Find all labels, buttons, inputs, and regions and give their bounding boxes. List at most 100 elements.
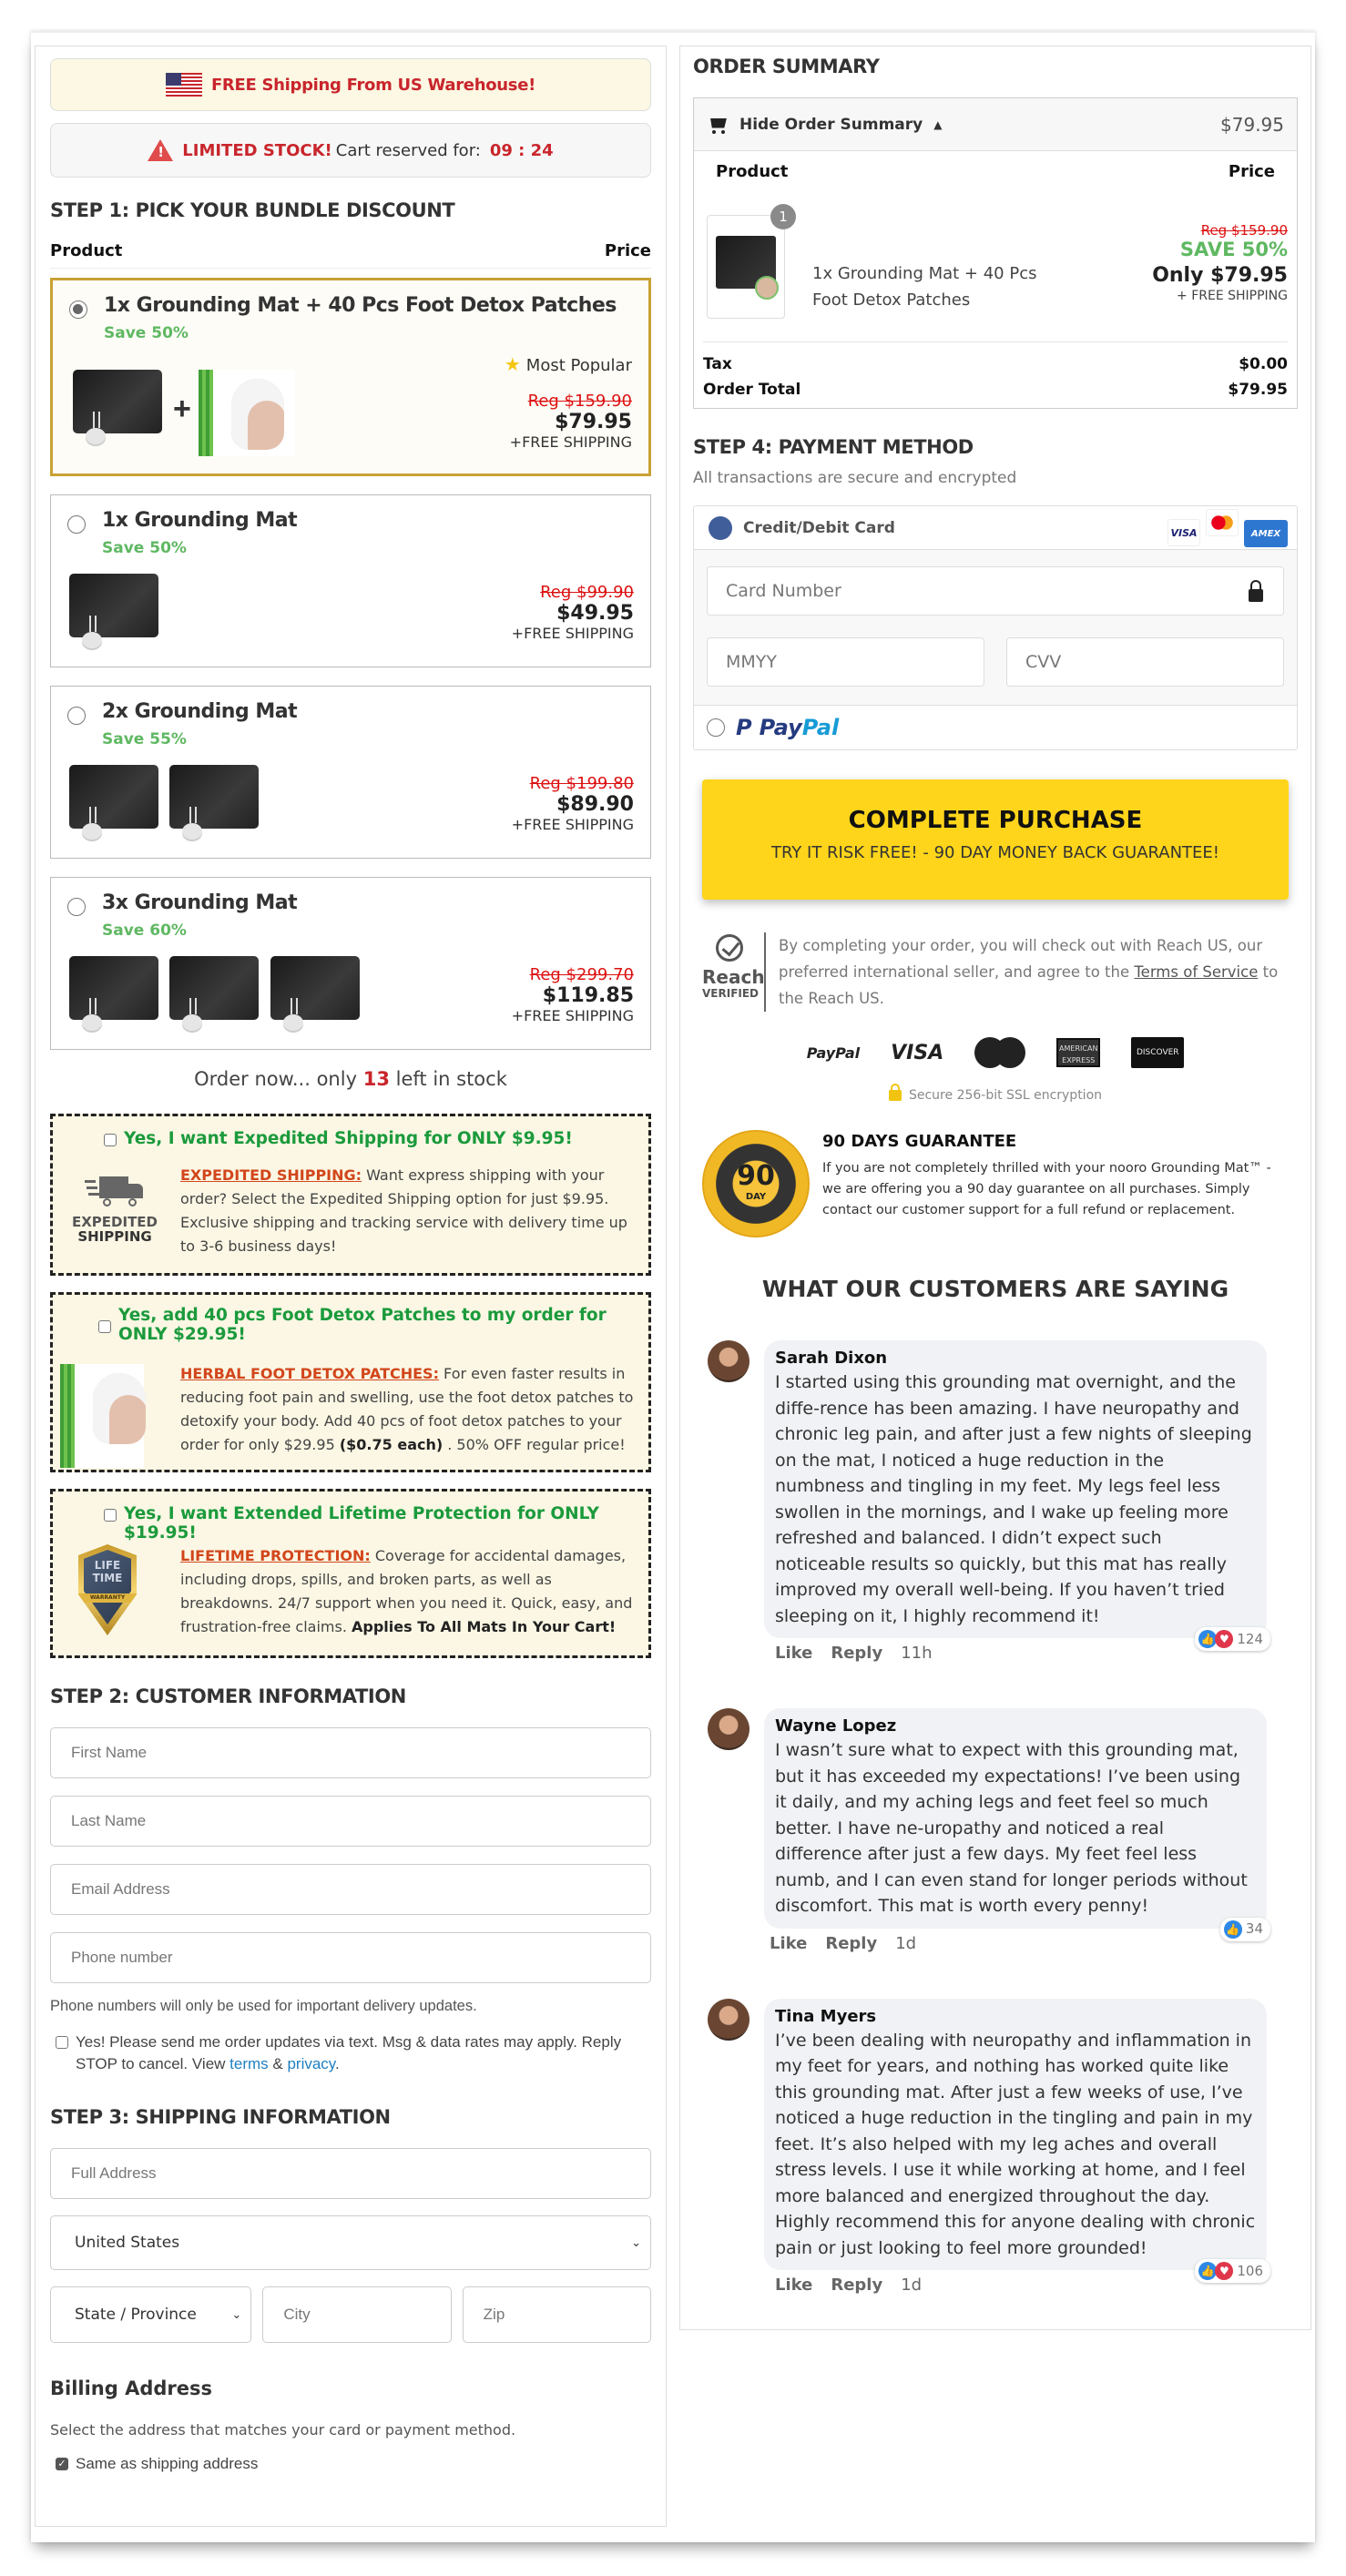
free-shipping-text: FREE Shipping From US Warehouse!: [210, 75, 536, 95]
complete-purchase-button[interactable]: COMPLETE PURCHASE TRY IT RISK FREE! - 90…: [702, 779, 1289, 900]
avatar: [708, 1708, 749, 1750]
sale-price: $49.95: [556, 602, 634, 625]
stock-count: 13: [362, 1068, 390, 1090]
stock-prefix: Order now... only: [194, 1068, 358, 1090]
guarantee-text: If you are not completely thrilled with …: [822, 1161, 1271, 1217]
terms-link[interactable]: terms: [229, 2055, 269, 2072]
lifetime-protection-label: LIFETIME PROTECTION:: [180, 1547, 371, 1564]
bundle-radio[interactable]: [67, 515, 86, 534]
reactions[interactable]: 👍 ♥ 106: [1195, 2259, 1270, 2283]
first-name-input[interactable]: First Name: [50, 1727, 651, 1778]
bundle-save: Save 50%: [104, 324, 189, 342]
expiry-input[interactable]: MMYY: [707, 637, 984, 687]
foot-detox-option[interactable]: Yes, add 40 pcs Foot Detox Patches to my…: [98, 1306, 636, 1344]
most-popular-text: Most Popular: [525, 356, 632, 375]
card-number-input[interactable]: Card Number: [707, 566, 1284, 616]
foot-detox-checkbox[interactable]: [98, 1320, 111, 1333]
lifetime-protection-heading[interactable]: Yes, I want Extended Lifetime Protection…: [124, 1504, 648, 1543]
check-circle-icon: [716, 934, 743, 962]
reach-notice-text: By completing your order, you will check…: [779, 932, 1289, 1012]
credit-card-radio[interactable]: [709, 515, 732, 540]
bundle-save: Save 50%: [102, 539, 187, 557]
total-label: Order Total: [703, 381, 801, 399]
country-select[interactable]: United States ⌄: [50, 2215, 651, 2270]
expedited-shipping-option[interactable]: Yes, I want Expedited Shipping for ONLY …: [104, 1129, 573, 1148]
free-shipping-label: +FREE SHIPPING: [511, 625, 634, 642]
privacy-link[interactable]: privacy: [287, 2055, 335, 2072]
sms-consent[interactable]: Yes! Please send me order updates via te…: [50, 2031, 651, 2075]
shield-text-1: LIFE: [94, 1559, 121, 1572]
email-input[interactable]: Email Address: [50, 1864, 651, 1915]
total-row: Order Total $79.95: [703, 381, 1288, 399]
grounding-mat-image: [169, 956, 259, 1031]
reactions[interactable]: 👍 ♥ 124: [1195, 1627, 1270, 1651]
phone-input[interactable]: Phone number: [50, 1932, 651, 1983]
free-shipping-label: +FREE SHIPPING: [511, 816, 634, 833]
hide-order-summary-toggle[interactable]: Hide Order Summary ▲ $79.95: [694, 98, 1297, 151]
expedited-shipping-checkbox[interactable]: [104, 1134, 117, 1146]
bundle-option-3-mats[interactable]: 3x Grounding Mat Save 60% Reg $299.70 $1…: [50, 877, 651, 1050]
paypal-icon: PayPal: [806, 1044, 861, 1062]
sms-consent-checkbox[interactable]: [56, 2036, 68, 2049]
lifetime-protection-option[interactable]: Yes, I want Extended Lifetime Protection…: [104, 1504, 648, 1543]
state-select[interactable]: State / Province ⌄: [50, 2286, 252, 2343]
reactions[interactable]: 👍 34: [1219, 1917, 1270, 1941]
city-input[interactable]: City: [262, 2286, 452, 2343]
review-text: I wasn’t sure what to expect with this g…: [775, 1740, 1248, 1916]
bundle-save: Save 60%: [102, 921, 187, 940]
reviewer-name: Wayne Lopez: [775, 1716, 897, 1736]
item-regular-price: Reg $159.90: [1200, 222, 1288, 239]
expedited-shipping-heading[interactable]: Yes, I want Expedited Shipping for ONLY …: [124, 1129, 573, 1148]
reaction-count: 124: [1237, 1630, 1263, 1647]
90-day-guarantee-seal-icon: 90 DAY: [702, 1130, 810, 1237]
reply-button[interactable]: Reply: [825, 1934, 877, 1953]
same-as-shipping-checkbox[interactable]: ✓: [56, 2458, 68, 2470]
like-button[interactable]: Like: [770, 1934, 807, 1953]
mastercard-icon: [974, 1037, 1026, 1068]
like-button[interactable]: Like: [775, 1644, 812, 1663]
foot-patch-image: [199, 370, 295, 456]
bundle-radio[interactable]: [67, 898, 86, 916]
grounding-mat-image: [69, 765, 158, 840]
terms-of-service-link[interactable]: Terms of Service: [1134, 963, 1258, 981]
review-item: Sarah Dixon I started using this groundi…: [708, 1340, 1298, 1663]
reply-button[interactable]: Reply: [831, 2276, 882, 2295]
tax-row: Tax $0.00: [703, 355, 1288, 373]
sale-price: $89.90: [556, 793, 634, 816]
bundle-option-2-mats[interactable]: 2x Grounding Mat Save 55% Reg $199.80 $8…: [50, 686, 651, 859]
price-col-label: Price: [1228, 162, 1275, 181]
guarantee-heading: 90 DAYS GUARANTEE: [822, 1132, 1017, 1151]
full-address-input[interactable]: Full Address: [50, 2148, 651, 2199]
amp: &: [268, 2055, 288, 2072]
foot-detox-heading[interactable]: Yes, add 40 pcs Foot Detox Patches to my…: [118, 1306, 636, 1344]
period: .: [335, 2055, 340, 2072]
paypal-radio[interactable]: [707, 718, 725, 737]
zip-input[interactable]: Zip: [462, 2286, 651, 2343]
reply-button[interactable]: Reply: [831, 1644, 882, 1663]
paypal-option[interactable]: P PayPal: [694, 706, 1297, 749]
sale-price: $79.95: [555, 411, 632, 433]
sms-text: Yes! Please send me order updates via te…: [76, 2033, 622, 2072]
bundle-radio[interactable]: [69, 300, 87, 319]
checkout-form-column: FREE Shipping From US Warehouse! LIMITED…: [35, 46, 667, 2527]
mastercard-icon: [1206, 508, 1239, 536]
lifetime-protection-checkbox[interactable]: [104, 1509, 117, 1522]
chevron-up-icon: ▲: [933, 117, 943, 131]
bundle-option-1-mat[interactable]: 1x Grounding Mat Save 50% Reg $99.90 $49…: [50, 494, 651, 667]
same-as-shipping-option[interactable]: ✓ Same as shipping address: [50, 2455, 651, 2473]
grounding-mat-image: [73, 370, 162, 444]
credit-card-option[interactable]: Credit/Debit Card VISA AMEX: [694, 506, 1297, 550]
bundle-option-mat-patches[interactable]: 1x Grounding Mat + 40 Pcs Foot Detox Pat…: [50, 278, 651, 476]
cvv-input[interactable]: CVV: [1006, 637, 1284, 687]
payment-subtitle: All transactions are secure and encrypte…: [693, 469, 1017, 487]
review-time: 1d: [901, 2276, 923, 2295]
lock-icon: [1249, 580, 1263, 602]
bundle-radio[interactable]: [67, 707, 86, 725]
like-button[interactable]: Like: [775, 2276, 812, 2295]
love-reaction-icon: ♥: [1215, 1630, 1234, 1648]
last-name-input[interactable]: Last Name: [50, 1796, 651, 1847]
bundle-prices: Reg $99.90 $49.95 +FREE SHIPPING: [512, 583, 634, 642]
warning-icon: [148, 139, 174, 161]
accepted-payment-logos: PayPal VISA AMERICAN EXPRESS DISCOVER: [693, 1037, 1298, 1068]
bundle-save: Save 55%: [102, 730, 187, 748]
